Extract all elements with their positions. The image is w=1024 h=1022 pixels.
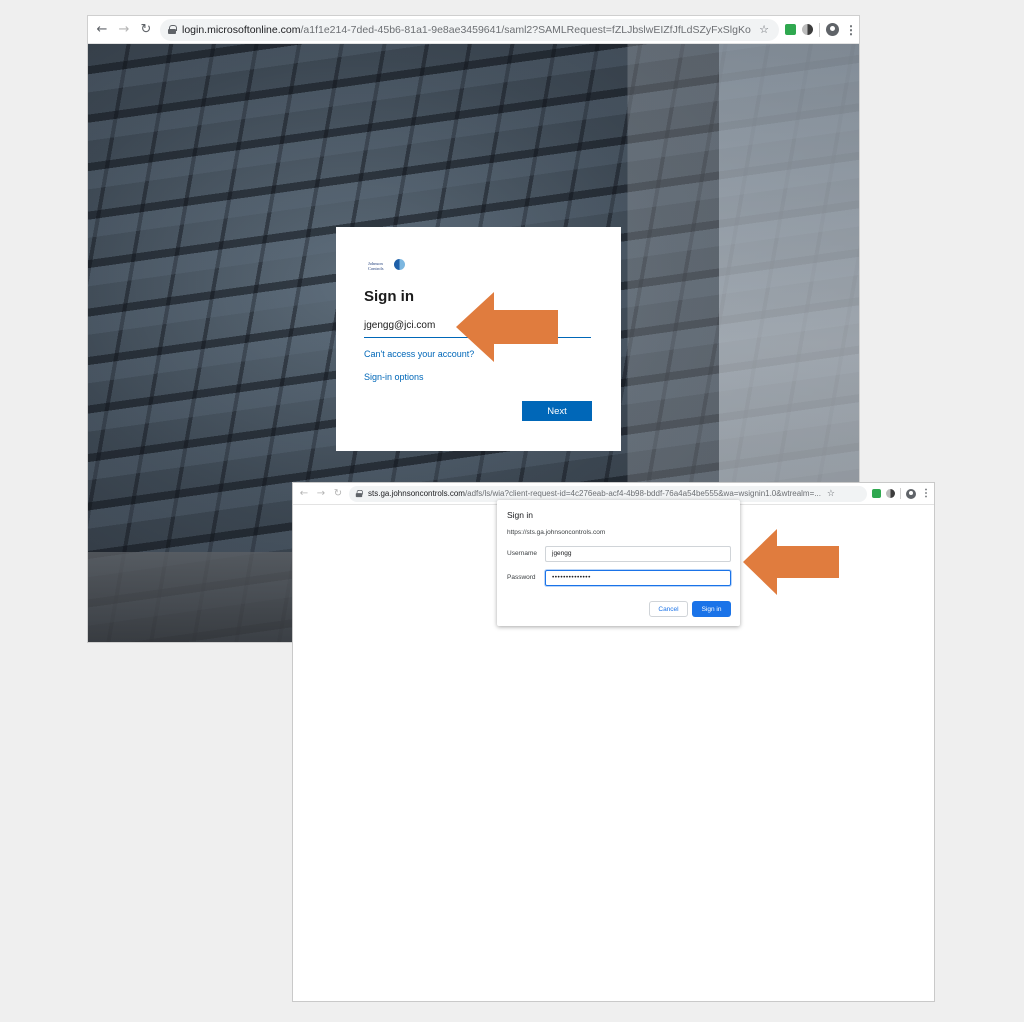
orange-arrow-password xyxy=(743,529,839,595)
orange-arrow-email xyxy=(456,292,558,362)
password-input[interactable]: •••••••••••••• xyxy=(545,570,731,586)
extension-green-icon[interactable] xyxy=(872,489,881,498)
profile-icon[interactable] xyxy=(906,488,916,499)
password-label: Password xyxy=(507,574,536,581)
forward-icon[interactable]: → xyxy=(315,488,327,500)
extension-dark-icon[interactable] xyxy=(886,489,895,498)
url-text-2: sts.ga.johnsoncontrols.com/adfs/ls/wia?c… xyxy=(368,489,821,498)
toolbar-divider xyxy=(900,488,901,499)
extension-dark-icon[interactable] xyxy=(802,24,813,35)
signin-title: Sign in xyxy=(364,288,414,305)
reload-icon[interactable]: ↻ xyxy=(138,22,154,38)
browser-toolbar: ← → ↻ login.microsoftonline.com/a1f1e214… xyxy=(88,16,859,44)
reload-icon[interactable]: ↻ xyxy=(332,488,344,500)
back-icon[interactable]: ← xyxy=(94,22,110,38)
globe-icon xyxy=(394,259,405,270)
arrow-shape xyxy=(456,292,558,362)
auth-dialog-host: https://sts.ga.johnsoncontrols.com xyxy=(507,529,606,536)
star-icon[interactable]: ☆ xyxy=(826,489,836,499)
logo-text-line2: Controls xyxy=(368,266,384,271)
menu-icon[interactable]: ⋮ xyxy=(921,488,931,499)
arrow-shape xyxy=(743,529,839,595)
lock-icon xyxy=(355,489,364,498)
menu-icon[interactable]: ⋮ xyxy=(845,23,857,37)
sign-in-button[interactable]: Sign in xyxy=(692,601,731,617)
lock-icon xyxy=(168,25,177,34)
toolbar-divider xyxy=(819,22,820,37)
forward-icon[interactable]: → xyxy=(116,22,132,38)
background-floor xyxy=(88,552,298,642)
url-text: login.microsoftonline.com/a1f1e214-7ded-… xyxy=(182,24,751,36)
auth-dialog: Sign in https://sts.ga.johnsoncontrols.c… xyxy=(497,500,740,626)
username-label: Username xyxy=(507,550,537,557)
url-path-2: /adfs/ls/wia?client-request-id=4c276eab-… xyxy=(464,489,821,498)
extension-green-icon[interactable] xyxy=(785,24,796,35)
auth-dialog-title: Sign in xyxy=(507,510,533,520)
url-path: /a1f1e214-7ded-45b6-81a1-9e8ae3459641/sa… xyxy=(300,23,751,36)
johnson-controls-logo: Johnson Controls xyxy=(368,259,408,273)
cancel-button[interactable]: Cancel xyxy=(649,601,688,617)
next-button[interactable]: Next xyxy=(522,401,592,421)
url-host: login.microsoftonline.com xyxy=(182,23,301,36)
logo-text: Johnson Controls xyxy=(368,261,384,271)
username-input[interactable]: jgengg xyxy=(545,546,731,562)
profile-icon[interactable] xyxy=(826,23,839,36)
address-bar[interactable]: login.microsoftonline.com/a1f1e214-7ded-… xyxy=(160,18,779,41)
url-host-2: sts.ga.johnsoncontrols.com xyxy=(368,489,465,498)
star-icon[interactable]: ☆ xyxy=(757,23,771,37)
back-icon[interactable]: ← xyxy=(298,488,310,500)
signin-options-link[interactable]: Sign-in options xyxy=(364,372,424,382)
